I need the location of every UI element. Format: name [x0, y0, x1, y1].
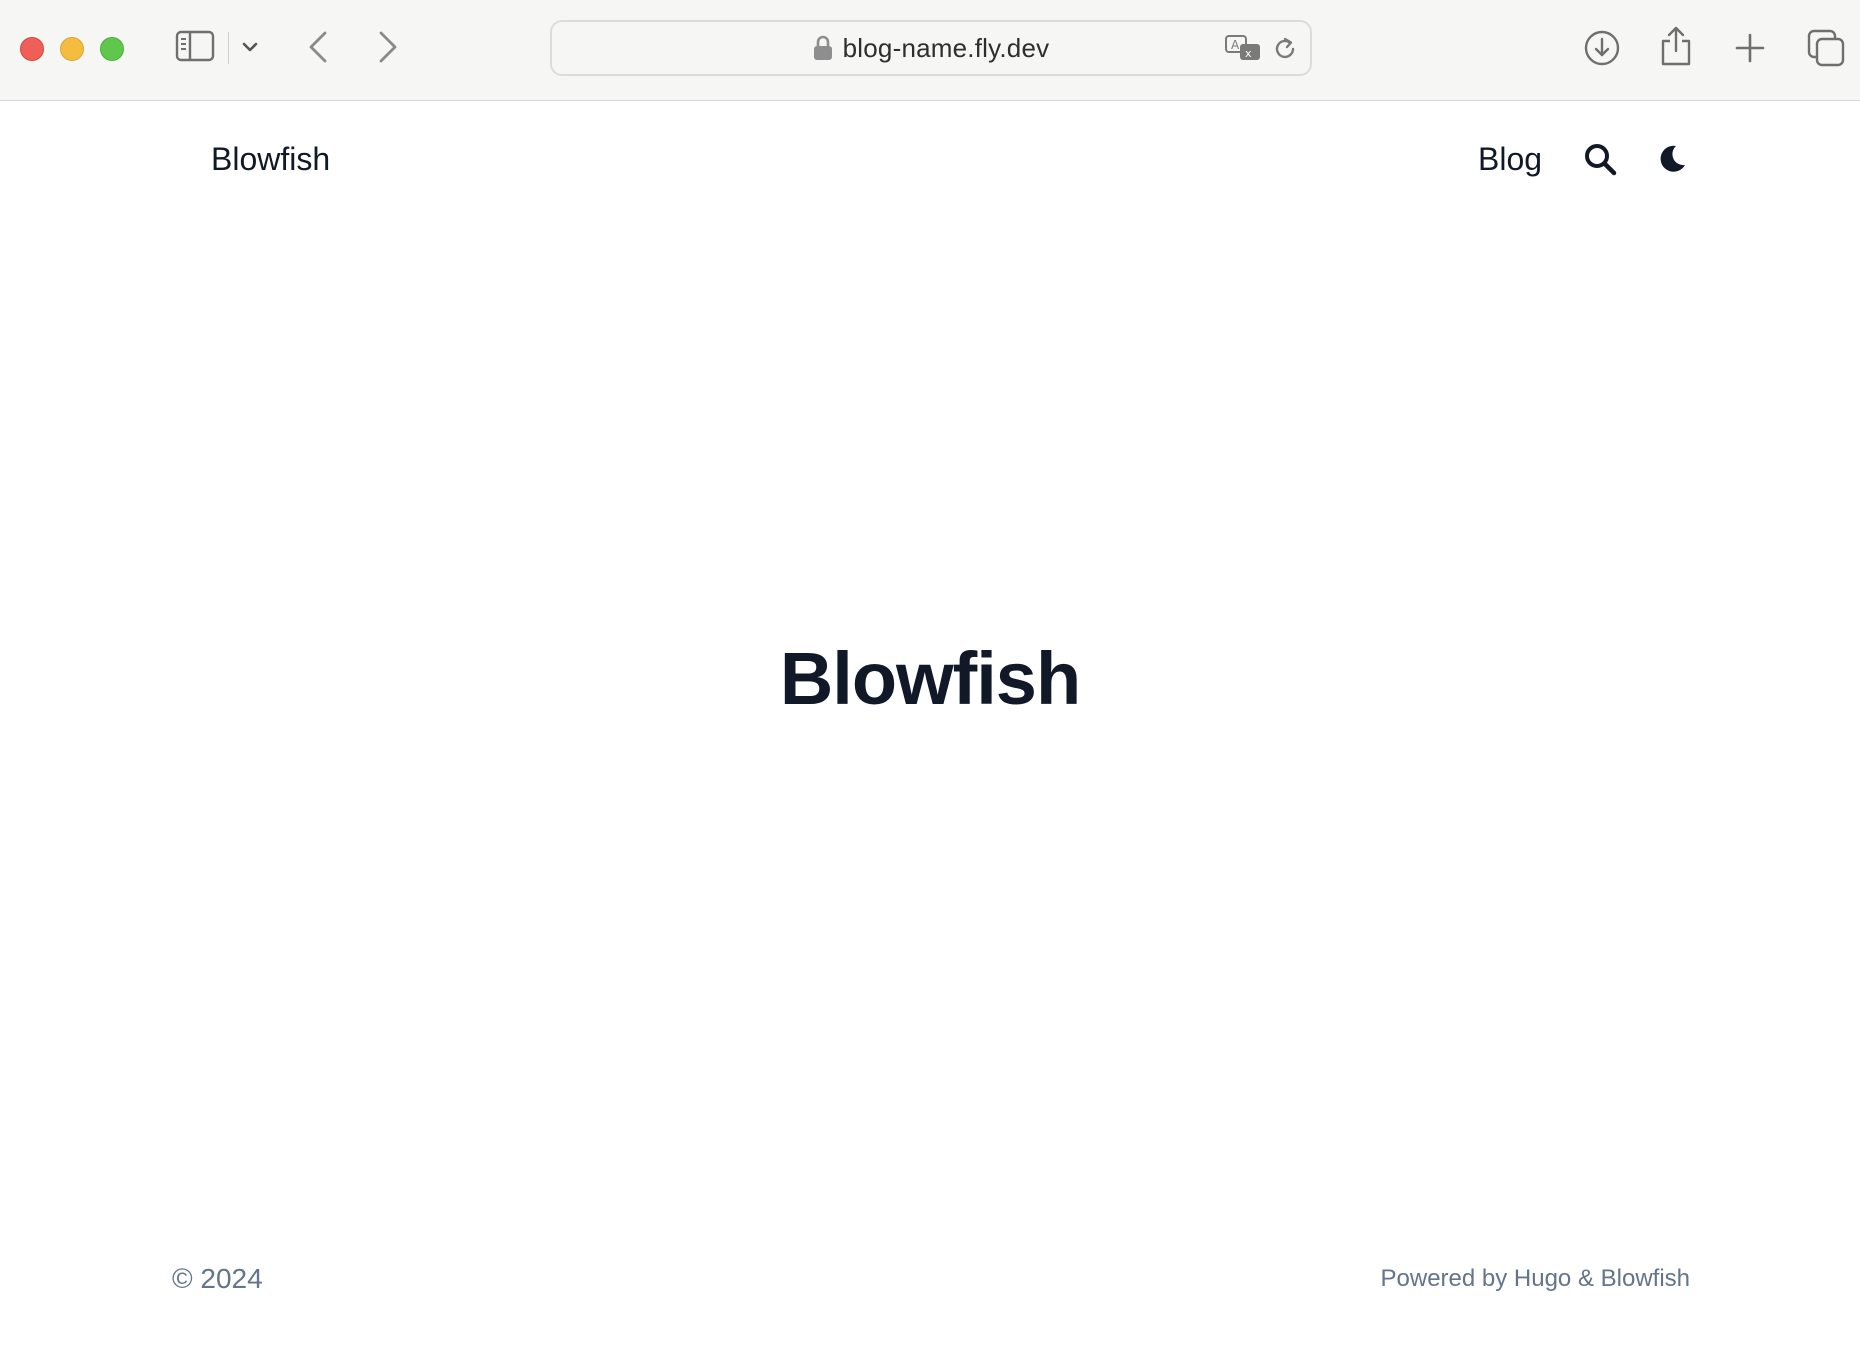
svg-text:A: A [1231, 38, 1240, 52]
svg-text:x: x [1245, 47, 1252, 60]
download-icon [1583, 29, 1621, 67]
share-button[interactable] [1658, 24, 1694, 68]
toolbar-divider [228, 32, 229, 64]
web-page: Blowfish Blog Blowfish © 2024 Powered by… [0, 101, 1860, 1354]
footer-powered-by: Powered by Hugo & Blowfish [1380, 1265, 1691, 1292]
theme-toggle-button[interactable] [1654, 143, 1690, 179]
chevron-down-icon [241, 41, 259, 53]
translate-icon: A x [1224, 34, 1264, 64]
sidebar-toggle-button[interactable] [174, 28, 216, 64]
tab-overview-button[interactable] [1806, 28, 1846, 68]
forward-button[interactable] [372, 28, 404, 66]
window-close-button[interactable] [20, 37, 44, 61]
window-maximize-button[interactable] [100, 37, 124, 61]
search-icon [1583, 142, 1617, 181]
moon-icon [1656, 143, 1688, 180]
hero-title: Blowfish [779, 637, 1081, 720]
chevron-right-icon [377, 30, 399, 64]
chevron-left-icon [307, 30, 329, 64]
footer-copyright: © 2024 [172, 1263, 263, 1294]
new-tab-button[interactable] [1732, 28, 1768, 68]
tab-group-menu-button[interactable] [238, 36, 262, 58]
sidebar-icon [175, 30, 215, 62]
nav-link-blog[interactable]: Blog [1478, 141, 1542, 178]
site-title-link[interactable]: Blowfish [211, 141, 330, 178]
back-button[interactable] [302, 28, 334, 66]
plus-icon [1734, 32, 1766, 64]
url-text: blog-name.fly.dev [842, 32, 1050, 63]
reload-button[interactable] [1270, 34, 1300, 64]
lock-icon [813, 35, 833, 61]
downloads-button[interactable] [1582, 28, 1622, 68]
window-minimize-button[interactable] [60, 37, 84, 61]
reload-icon [1271, 35, 1299, 63]
browser-toolbar: blog-name.fly.dev A x [0, 0, 1860, 101]
tabs-icon [1807, 29, 1845, 67]
share-icon [1659, 25, 1693, 67]
translate-button[interactable]: A x [1224, 34, 1264, 64]
search-button[interactable] [1582, 143, 1618, 179]
address-bar[interactable]: blog-name.fly.dev A x [550, 20, 1312, 76]
